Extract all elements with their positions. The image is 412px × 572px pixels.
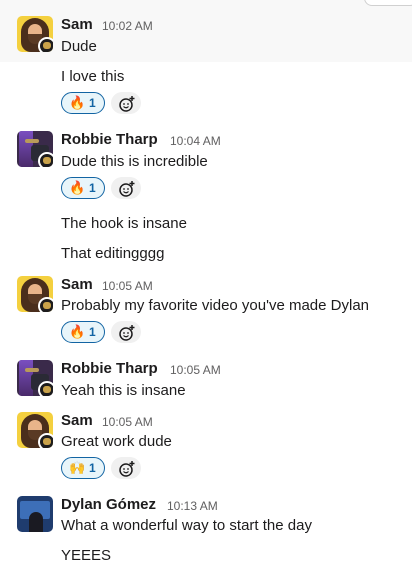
message-text: Dude <box>61 38 97 55</box>
message-text: Probably my favorite video you've made D… <box>61 297 370 314</box>
reaction-count: 1 <box>89 96 96 110</box>
add-reaction-icon <box>119 96 135 112</box>
message-text: Dude this is incredible <box>61 153 208 170</box>
message-text: Great work dude <box>61 433 172 450</box>
status-badge-icon <box>38 381 53 396</box>
message-text: That editingggg <box>61 245 165 262</box>
avatar-robbie-tharp[interactable] <box>17 360 53 396</box>
status-badge-icon <box>38 37 53 52</box>
avatar-dylan-gomez[interactable] <box>17 496 53 532</box>
avatar-sam[interactable] <box>17 276 53 312</box>
reaction-count: 1 <box>89 461 96 475</box>
message-text: The hook is insane <box>61 215 187 232</box>
message-timestamp[interactable]: 10:05 AM <box>102 279 153 293</box>
reaction-fire-button[interactable]: 🔥 1 <box>61 177 105 199</box>
add-reaction-icon <box>119 181 135 197</box>
status-badge-icon <box>38 297 53 312</box>
fire-emoji-icon: 🔥 <box>69 95 86 110</box>
sender-name[interactable]: Sam <box>61 412 93 429</box>
add-reaction-button[interactable] <box>111 321 141 343</box>
add-reaction-button[interactable] <box>111 177 141 199</box>
add-reaction-icon <box>119 325 135 341</box>
raised-hands-emoji-icon: 🙌 <box>69 460 86 475</box>
sender-name[interactable]: Dylan Gómez <box>61 496 156 513</box>
message-text: YEEES <box>61 547 112 564</box>
status-badge-icon <box>38 152 53 167</box>
message-text: I love this <box>61 68 125 85</box>
status-badge-icon <box>38 433 53 448</box>
reaction-fire-button[interactable]: 🔥 1 <box>61 321 105 343</box>
message-timestamp[interactable]: 10:02 AM <box>102 19 153 33</box>
sender-name[interactable]: Robbie Tharp <box>61 360 158 377</box>
message-timestamp[interactable]: 10:13 AM <box>167 499 218 513</box>
reaction-count: 1 <box>89 181 96 195</box>
message-text: What a wonderful way to start the day <box>61 517 312 534</box>
fire-emoji-icon: 🔥 <box>69 180 86 195</box>
message-timestamp[interactable]: 10:04 AM <box>170 134 221 148</box>
sender-name[interactable]: Sam <box>61 16 93 33</box>
reaction-count: 1 <box>89 325 96 339</box>
avatar-sam[interactable] <box>17 412 53 448</box>
message-actions-toolbar-edge <box>364 0 412 6</box>
message-timestamp[interactable]: 10:05 AM <box>170 363 221 377</box>
sender-name[interactable]: Sam <box>61 276 93 293</box>
reaction-fire-button[interactable]: 🔥 1 <box>61 92 105 114</box>
avatar-sam[interactable] <box>17 16 53 52</box>
sender-name[interactable]: Robbie Tharp <box>61 131 158 148</box>
add-reaction-icon <box>119 461 135 477</box>
add-reaction-button[interactable] <box>111 457 141 479</box>
message-text: Yeah this is insane <box>61 382 186 399</box>
message-timestamp[interactable]: 10:05 AM <box>102 415 153 429</box>
fire-emoji-icon: 🔥 <box>69 324 86 339</box>
add-reaction-button[interactable] <box>111 92 141 114</box>
reaction-raised-hands-button[interactable]: 🙌 1 <box>61 457 105 479</box>
avatar-robbie-tharp[interactable] <box>17 131 53 167</box>
